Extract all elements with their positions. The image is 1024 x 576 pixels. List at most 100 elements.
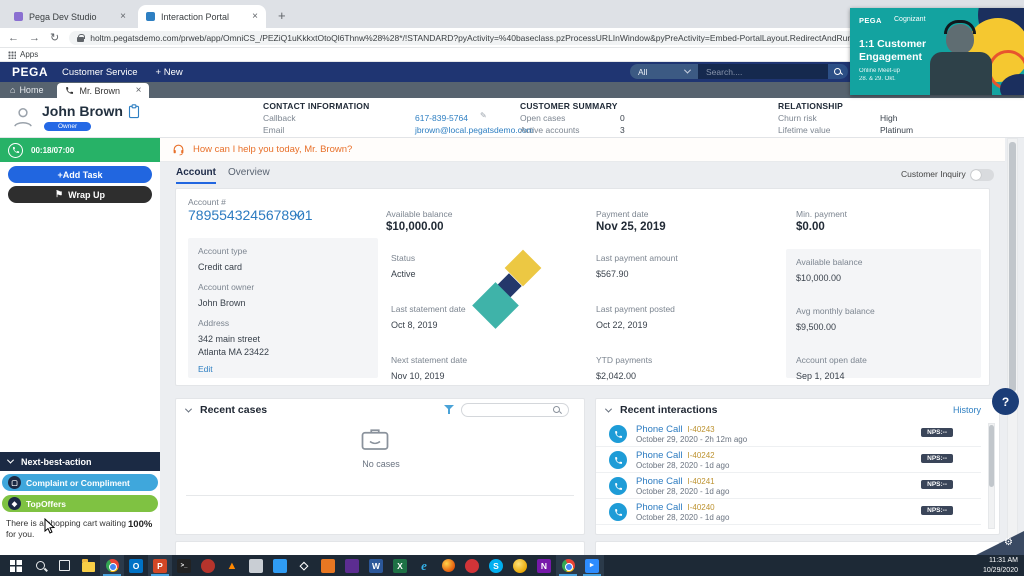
reload-icon[interactable]: ↻ xyxy=(50,31,59,44)
interaction-link[interactable]: Phone CallI-40242 xyxy=(636,450,715,461)
customer-inquiry-label: Customer Inquiry xyxy=(901,169,966,179)
taskbar-icon-file-explorer[interactable] xyxy=(76,555,100,576)
recent-interactions-card: Recent interactions History Phone CallI-… xyxy=(595,398,1000,535)
search-icon xyxy=(553,406,561,414)
field-value: Sep 1, 2014 xyxy=(796,371,845,381)
phone-call-icon xyxy=(609,477,627,495)
relationship-label: Churn risk xyxy=(778,113,817,123)
edit-link[interactable]: Edit xyxy=(198,364,213,374)
taskbar-icon-dev-tool[interactable] xyxy=(340,555,364,576)
taskbar-icon-onenote[interactable]: N xyxy=(532,555,556,576)
email-address[interactable]: jbrown@local.pegatsdemo.com xyxy=(415,125,534,135)
page-scrollbar[interactable] xyxy=(1007,138,1018,555)
interaction-id: I-40240 xyxy=(687,503,714,512)
clipboard-icon[interactable] xyxy=(128,104,140,119)
help-button[interactable]: ? xyxy=(992,388,1019,415)
case-search-box[interactable] xyxy=(461,403,569,417)
system-clock[interactable]: 11:31 AM 10/29/2020 xyxy=(983,556,1024,574)
taskbar-icon-notes-app[interactable] xyxy=(244,555,268,576)
nba-complaint-button[interactable]: ▢ Complaint or Compliment xyxy=(2,474,158,491)
pencil-icon[interactable]: ✎ xyxy=(480,111,487,120)
interaction-id: I-40243 xyxy=(687,425,714,434)
call-timer-bar: 00:18/07:00 xyxy=(0,138,160,162)
contact-heading: CONTACT INFORMATION xyxy=(263,101,369,111)
taskbar-icon-media-player[interactable] xyxy=(196,555,220,576)
interaction-timestamp: October 28, 2020 - 1d ago xyxy=(636,461,729,470)
kpi-value: $10,000.00 xyxy=(386,221,452,233)
settings-corner[interactable] xyxy=(976,531,1024,555)
taskbar-icon-task-view[interactable] xyxy=(52,555,76,576)
interactions-scrollbar[interactable] xyxy=(988,423,995,529)
kpi-min-payment: Min. payment $0.00 xyxy=(796,209,847,233)
interaction-link[interactable]: Phone CallI-40240 xyxy=(636,502,715,513)
nba-note[interactable]: There is a shopping cart waiting for you… xyxy=(6,518,128,539)
taskbar-icon-skype[interactable]: S xyxy=(484,555,508,576)
interaction-id: I-40242 xyxy=(687,451,714,460)
taskbar-icon-excel[interactable]: X xyxy=(388,555,412,576)
history-link[interactable]: History xyxy=(953,405,981,415)
taskbar-icon-internet-explorer[interactable]: e xyxy=(412,555,436,576)
taskbar-icon-vlc[interactable]: ▲ xyxy=(220,555,244,576)
tab-overview[interactable]: Overview xyxy=(228,167,270,178)
scrollbar-thumb[interactable] xyxy=(989,425,994,487)
chevron-down-icon[interactable] xyxy=(185,406,192,413)
field-value: John Brown xyxy=(198,298,246,308)
tab-account[interactable]: Account xyxy=(176,167,216,184)
add-task-button[interactable]: +Add Task xyxy=(8,166,152,183)
chevron-down-icon[interactable] xyxy=(605,406,612,413)
new-tab-button[interactable]: + xyxy=(278,8,286,23)
taskbar-icon-3d-viewer[interactable]: ◇ xyxy=(292,555,316,576)
taskbar-icon-chrome[interactable] xyxy=(100,555,124,576)
taskbar-icon-chrome-2[interactable] xyxy=(556,555,580,576)
gear-icon[interactable]: ⚙ xyxy=(1004,537,1013,548)
apps-grid-icon[interactable] xyxy=(8,51,16,59)
interaction-link[interactable]: Phone CallI-40241 xyxy=(636,476,715,487)
taskbar-icon-outlook[interactable]: O xyxy=(124,555,148,576)
wrap-up-button[interactable]: ⚑ Wrap Up xyxy=(8,186,152,203)
scrollbar-thumb[interactable] xyxy=(1009,142,1016,392)
browser-tab-interaction-portal[interactable]: Interaction Portal × xyxy=(138,5,266,28)
taskbar-icon-terminal[interactable]: >_ xyxy=(172,555,196,576)
account-number[interactable]: 7895543245678901 xyxy=(188,207,313,223)
search-button[interactable] xyxy=(828,64,848,79)
taskbar-icon-firefox[interactable] xyxy=(436,555,460,576)
taskbar-icon-powerpoint[interactable]: P xyxy=(148,555,172,576)
customer-inquiry-toggle[interactable] xyxy=(970,169,994,181)
taskbar-icon-start[interactable] xyxy=(4,555,28,576)
taskbar-icon-search[interactable] xyxy=(28,555,52,576)
interaction-row[interactable]: Phone CallI-40243 October 29, 2020 - 2h … xyxy=(596,421,981,447)
taskbar-icon-zoom[interactable]: ► xyxy=(580,555,604,576)
callback-number[interactable]: 617-839-5764 xyxy=(415,113,468,123)
interaction-row[interactable]: Phone CallI-40241 October 28, 2020 - 1d … xyxy=(596,473,981,499)
relationship-label: Lifetime value xyxy=(778,125,830,135)
case-search-input[interactable] xyxy=(468,406,553,415)
search-input[interactable] xyxy=(698,64,828,79)
tab-mr-brown[interactable]: Mr. Brown × xyxy=(57,83,149,98)
tab-home[interactable]: ⌂ Home xyxy=(0,82,53,98)
new-work-button[interactable]: + New xyxy=(156,67,183,78)
taskbar-icon-chromium[interactable] xyxy=(508,555,532,576)
taskbar-icon-word[interactable]: W xyxy=(364,555,388,576)
taskbar-icon-vscode[interactable] xyxy=(268,555,292,576)
close-icon[interactable]: × xyxy=(252,11,258,22)
add-task-label: +Add Task xyxy=(57,170,102,180)
close-icon[interactable]: × xyxy=(120,11,126,22)
summary-label: Active accounts xyxy=(520,125,580,135)
media-icon xyxy=(201,559,215,573)
forward-icon[interactable]: → xyxy=(29,32,40,44)
browser-tab-pega-dev-studio[interactable]: Pega Dev Studio × xyxy=(6,5,134,28)
back-icon[interactable]: ← xyxy=(8,32,19,44)
search-scope-select[interactable]: All xyxy=(630,64,698,79)
nba-topoffers-button[interactable]: ◆ TopOffers xyxy=(2,495,158,512)
flag-icon: ⚑ xyxy=(55,189,63,200)
interaction-type: Phone Call xyxy=(636,476,682,487)
interaction-link[interactable]: Phone CallI-40243 xyxy=(636,424,715,435)
apps-label[interactable]: Apps xyxy=(20,50,38,59)
taskbar-icon-remote-desktop[interactable] xyxy=(316,555,340,576)
next-best-action-header[interactable]: Next-best-action xyxy=(0,452,160,471)
interaction-row[interactable]: Phone CallI-40240 October 28, 2020 - 1d … xyxy=(596,499,981,525)
interaction-row[interactable]: Phone CallI-40242 October 28, 2020 - 1d … xyxy=(596,447,981,473)
close-icon[interactable]: × xyxy=(136,85,142,96)
powerpoint-icon: P xyxy=(153,559,167,573)
taskbar-icon-installer[interactable] xyxy=(460,555,484,576)
